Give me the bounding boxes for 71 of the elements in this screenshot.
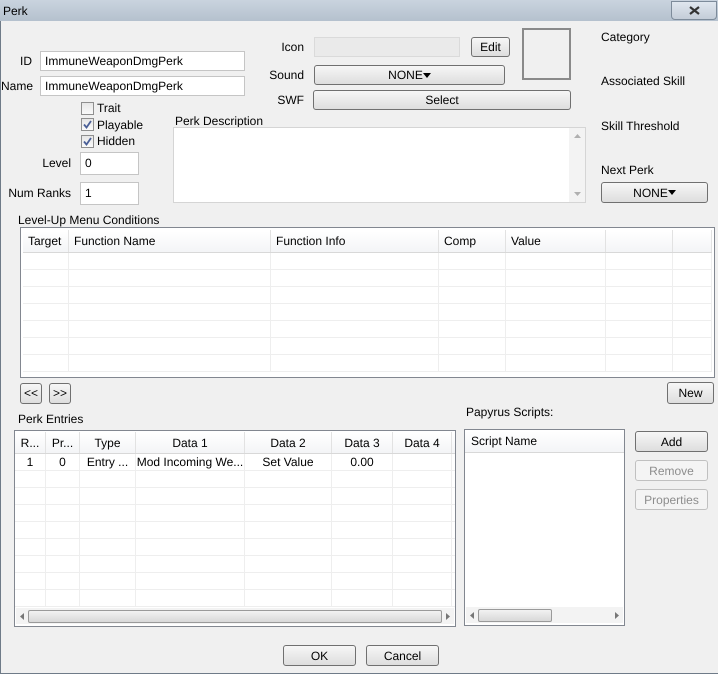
new-button[interactable]: New xyxy=(667,382,714,404)
scroll-down-icon xyxy=(574,192,580,196)
scroll-left-icon xyxy=(20,612,24,620)
checkbox-label: Hidden xyxy=(97,133,136,150)
column-header[interactable]: Function Name xyxy=(69,230,271,252)
scroll-right-icon xyxy=(446,612,450,620)
script-action-button[interactable]: Add xyxy=(635,431,708,452)
vertical-scrollbar[interactable] xyxy=(569,128,585,202)
scrollbar-thumb[interactable] xyxy=(28,610,442,622)
scroll-left-icon xyxy=(470,612,474,618)
field-label: Category xyxy=(601,30,651,44)
description-textarea[interactable] xyxy=(173,127,586,203)
table-cell: 1 xyxy=(15,454,46,470)
field-label: Icon xyxy=(280,39,304,56)
cancel-button[interactable]: Cancel xyxy=(366,645,439,666)
text-input[interactable]: ImmuneWeaponDmgPerk xyxy=(40,51,245,71)
section-label: Papyrus Scripts: xyxy=(466,405,554,419)
section-label: Perk Entries xyxy=(18,412,84,426)
field-label: Next Perk xyxy=(601,163,655,177)
horizontal-scrollbar[interactable] xyxy=(16,608,454,624)
ok-button[interactable]: OK xyxy=(283,645,356,666)
scrollbar-thumb[interactable] xyxy=(478,608,552,622)
field-label: SWF xyxy=(276,92,304,109)
scroll-right-icon xyxy=(615,612,619,618)
field-label: ID xyxy=(19,53,33,70)
window-title: Perk xyxy=(2,2,28,20)
checkbox-label: Trait xyxy=(97,100,121,118)
column-header[interactable]: Data 1 xyxy=(136,432,245,453)
close-icon xyxy=(688,6,700,15)
edit-button[interactable]: Edit xyxy=(471,37,510,57)
field-label: Level xyxy=(41,155,72,172)
column-header[interactable]: Target xyxy=(23,230,69,252)
scroll-up-icon xyxy=(574,134,580,138)
table-cell: 0 xyxy=(46,454,80,470)
checkbox-label: Playable xyxy=(97,116,144,134)
section-label: Perk Description xyxy=(175,113,264,127)
text-input[interactable]: ImmuneWeaponDmgPerk xyxy=(40,76,245,96)
table-cell: Mod Incoming We... xyxy=(136,454,245,470)
column-header[interactable]: Type xyxy=(80,432,136,453)
text-input[interactable]: 1 xyxy=(80,182,139,204)
field-label: Name xyxy=(1,78,34,95)
checkbox[interactable] xyxy=(81,118,94,132)
icon-preview-box xyxy=(522,28,571,80)
previous-button[interactable]: << xyxy=(20,382,42,404)
column-header[interactable]: Value xyxy=(506,230,606,252)
table-cell: Entry ... xyxy=(80,454,136,470)
horizontal-scrollbar[interactable] xyxy=(466,607,623,623)
dropdown-caret-icon xyxy=(668,190,676,195)
column-header[interactable]: R... xyxy=(15,432,46,453)
text-input[interactable]: 0 xyxy=(80,152,139,174)
column-header[interactable]: Data 4 xyxy=(393,432,452,453)
select-button[interactable]: Select xyxy=(313,90,571,110)
table-cell: Set Value xyxy=(245,454,332,470)
column-header[interactable]: Data 2 xyxy=(245,432,332,453)
column-header[interactable]: Function Info xyxy=(271,230,439,252)
column-header[interactable]: Data 3 xyxy=(332,432,393,453)
section-label: Level-Up Menu Conditions xyxy=(18,213,160,227)
field-label: Skill Threshold xyxy=(601,119,680,133)
checkbox[interactable] xyxy=(81,102,94,115)
dropdown-caret-icon xyxy=(422,72,431,78)
sound-dropdown[interactable]: NONE xyxy=(314,65,505,85)
field-label: Associated Skill xyxy=(601,74,686,88)
table-cell: 0.00 xyxy=(332,454,393,470)
next-button[interactable]: >> xyxy=(49,382,71,404)
column-header[interactable]: Pr... xyxy=(46,432,80,453)
close-button[interactable] xyxy=(671,1,717,20)
next-perk-dropdown[interactable]: NONE xyxy=(601,182,708,203)
field-label: Num Ranks xyxy=(7,185,72,202)
checkbox[interactable] xyxy=(81,134,94,148)
field-label: Sound xyxy=(268,67,304,84)
column-header[interactable]: Comp xyxy=(439,230,506,252)
